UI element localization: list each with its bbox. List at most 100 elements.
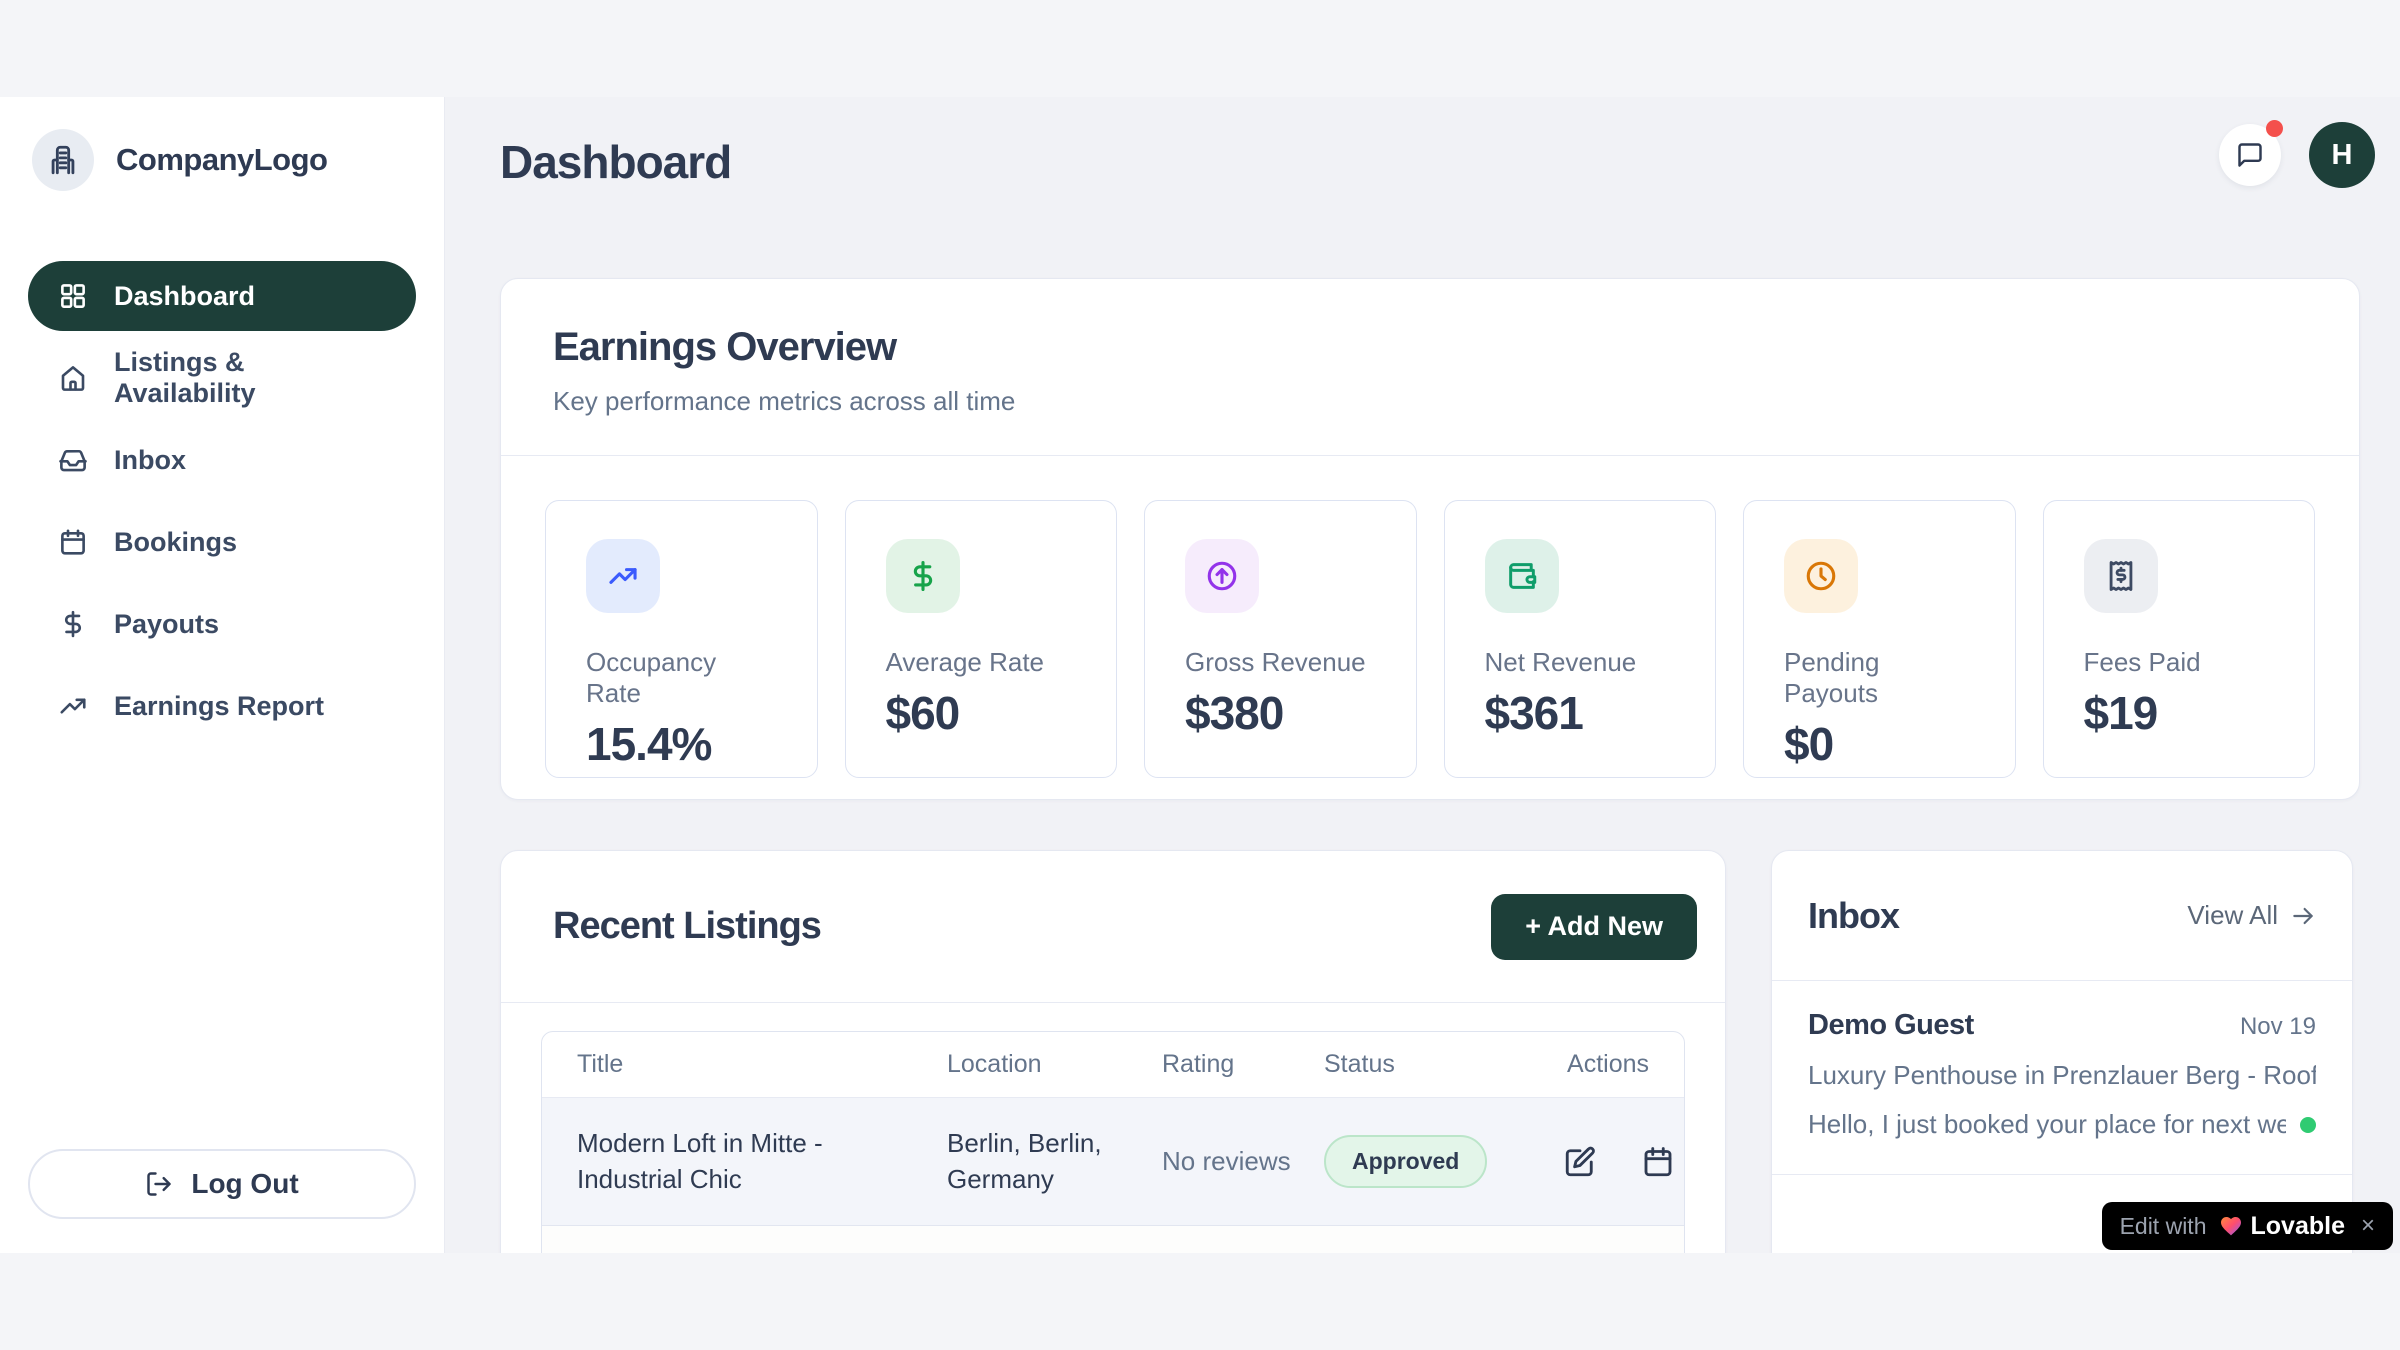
header-actions: H: [2219, 122, 2375, 188]
building-icon: [32, 129, 94, 191]
heart-icon: [2219, 1214, 2243, 1238]
home-icon: [58, 363, 88, 393]
metric-label: Net Revenue: [1485, 647, 1676, 678]
metric-card-occupancy-rate: Occupancy Rate 15.4%: [545, 500, 818, 778]
column-header-title: Title: [577, 1050, 947, 1079]
clock-icon: [1784, 539, 1858, 613]
circle-arrow-up-icon: [1185, 539, 1259, 613]
logo-text: CompanyLogo: [116, 142, 328, 178]
inbox-card: Inbox View All Demo Guest Nov 19 Luxury …: [1771, 850, 2353, 1253]
earnings-overview-card: Earnings Overview Key performance metric…: [500, 278, 2360, 800]
edit-with-lovable-badge[interactable]: Edit with Lovable ×: [2102, 1202, 2393, 1250]
lovable-prefix: Edit with: [2120, 1213, 2207, 1240]
sidebar-nav: Dashboard Listings & Availability: [28, 261, 416, 741]
metric-label: Fees Paid: [2084, 647, 2275, 678]
listing-actions: [1562, 1144, 1676, 1180]
recent-listings-header: Recent Listings + Add New: [501, 851, 1725, 1003]
metric-label: Pending Payouts: [1784, 647, 1975, 709]
sidebar-item-label: Dashboard: [114, 281, 255, 312]
trending-up-icon: [58, 691, 88, 721]
dollar-icon: [58, 609, 88, 639]
trending-up-icon: [586, 539, 660, 613]
column-header-location: Location: [947, 1050, 1162, 1079]
column-header-actions: Actions: [1562, 1050, 1649, 1079]
inbox-message[interactable]: Demo Guest Nov 19 Luxury Penthouse in Pr…: [1772, 981, 2352, 1175]
metric-value: $60: [886, 686, 1077, 740]
sidebar-item-inbox[interactable]: Inbox: [28, 425, 416, 495]
grid-icon: [58, 281, 88, 311]
earnings-title: Earnings Overview: [553, 325, 2307, 370]
inbox-title: Inbox: [1808, 895, 1899, 937]
close-icon[interactable]: ×: [2361, 1214, 2375, 1238]
metric-value: 15.4%: [586, 717, 777, 771]
metric-value: $380: [1185, 686, 1376, 740]
table-header-row: Title Location Rating Status Actions: [542, 1032, 1684, 1098]
receipt-icon: [2084, 539, 2158, 613]
sidebar-item-label: Listings & Availability: [114, 347, 386, 409]
metric-card-pending-payouts: Pending Payouts $0: [1743, 500, 2016, 778]
metric-value: $361: [1485, 686, 1676, 740]
message-date: Nov 19: [2240, 1013, 2316, 1041]
sidebar-item-listings[interactable]: Listings & Availability: [28, 343, 416, 413]
metric-value: $19: [2084, 686, 2275, 740]
sidebar-item-earnings-report[interactable]: Earnings Report: [28, 671, 416, 741]
main-content: Dashboard H Earnings Overview Key perfor…: [445, 97, 2400, 1253]
metric-label: Gross Revenue: [1185, 647, 1376, 678]
column-header-rating: Rating: [1162, 1050, 1324, 1079]
status-badge: Approved: [1324, 1135, 1487, 1188]
arrow-right-icon: [2290, 903, 2316, 929]
lovable-brand-label: Lovable: [2251, 1212, 2345, 1241]
unread-dot: [2300, 1117, 2316, 1133]
listing-rating: No reviews: [1162, 1144, 1324, 1179]
earnings-subtitle: Key performance metrics across all time: [553, 386, 2307, 417]
inbox-tray-icon: [58, 445, 88, 475]
message-sender: Demo Guest: [1808, 1009, 1974, 1042]
metric-label: Occupancy Rate: [586, 647, 777, 709]
sidebar-item-payouts[interactable]: Payouts: [28, 589, 416, 659]
page-title: Dashboard: [500, 135, 731, 189]
logo: CompanyLogo: [32, 129, 416, 191]
recent-listings-card: Recent Listings + Add New Title Location…: [500, 850, 1726, 1253]
table-row[interactable]: Modern Loft in Mitte - Industrial Chic B…: [542, 1098, 1684, 1226]
sidebar: CompanyLogo Dashboard: [0, 97, 445, 1253]
listing-status: Approved: [1324, 1135, 1562, 1188]
recent-listings-title: Recent Listings: [553, 905, 821, 948]
dollar-icon: [886, 539, 960, 613]
metric-label: Average Rate: [886, 647, 1077, 678]
view-all-label: View All: [2187, 900, 2278, 931]
inbox-header: Inbox View All: [1772, 851, 2352, 981]
earnings-header: Earnings Overview Key performance metric…: [501, 279, 2359, 456]
sidebar-item-label: Inbox: [114, 445, 186, 476]
metrics-row: Occupancy Rate 15.4% Average Rate $60: [501, 456, 2359, 822]
metric-card-average-rate: Average Rate $60: [845, 500, 1118, 778]
log-out-label: Log Out: [191, 1168, 298, 1200]
avatar[interactable]: H: [2309, 122, 2375, 188]
calendar-icon: [58, 527, 88, 557]
column-header-status: Status: [1324, 1050, 1562, 1079]
logout-icon: [145, 1170, 173, 1198]
metric-value: $0: [1784, 717, 1975, 771]
notification-dot: [2266, 120, 2283, 137]
sidebar-item-label: Earnings Report: [114, 691, 324, 722]
view-all-button[interactable]: View All: [2187, 900, 2316, 931]
metric-card-fees-paid: Fees Paid $19: [2043, 500, 2316, 778]
sidebar-item-bookings[interactable]: Bookings: [28, 507, 416, 577]
table-row-partial: [542, 1226, 1684, 1253]
listing-location: Berlin, Berlin, Germany: [947, 1126, 1162, 1196]
calendar-icon[interactable]: [1640, 1144, 1676, 1180]
listing-title: Modern Loft in Mitte - Industrial Chic: [577, 1126, 947, 1196]
message-preview: Hello, I just booked your place for next…: [1808, 1109, 2286, 1140]
listings-table: Title Location Rating Status Actions Mod…: [541, 1031, 1685, 1253]
edit-icon[interactable]: [1562, 1144, 1598, 1180]
sidebar-item-label: Payouts: [114, 609, 219, 640]
wallet-icon: [1485, 539, 1559, 613]
metric-card-gross-revenue: Gross Revenue $380: [1144, 500, 1417, 778]
message-subject: Luxury Penthouse in Prenzlauer Berg - Ro…: [1808, 1060, 2316, 1091]
app-window: CompanyLogo Dashboard: [0, 97, 2400, 1253]
sidebar-item-label: Bookings: [114, 527, 237, 558]
chat-button[interactable]: [2219, 124, 2281, 186]
add-new-button[interactable]: + Add New: [1491, 894, 1697, 960]
sidebar-item-dashboard[interactable]: Dashboard: [28, 261, 416, 331]
log-out-button[interactable]: Log Out: [28, 1149, 416, 1219]
metric-card-net-revenue: Net Revenue $361: [1444, 500, 1717, 778]
